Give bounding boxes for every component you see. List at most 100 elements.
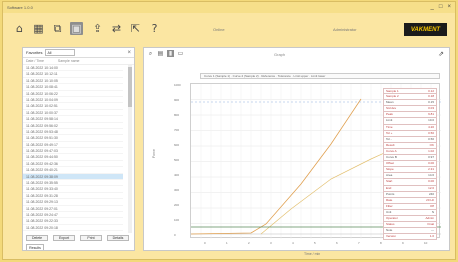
- table-value: 4.20: [428, 124, 434, 129]
- export-button[interactable]: Export: [53, 235, 75, 241]
- table-key: Rate: [386, 197, 393, 202]
- table-value: 20 Hz: [426, 197, 434, 202]
- table-value: 0.03: [428, 106, 434, 111]
- table-value: Off: [430, 203, 434, 208]
- open-external-icon[interactable]: ⇗: [438, 50, 444, 58]
- scrollbar-thumb[interactable]: [128, 67, 132, 107]
- window-title: Software 1.0.0: [7, 5, 33, 10]
- x-tick-label: 5: [314, 241, 316, 245]
- y-tick-label: 900: [174, 98, 180, 102]
- list-header: Favorites All ×: [23, 48, 134, 58]
- table-key: Unit: [386, 209, 392, 214]
- table-key: Note: [386, 228, 393, 233]
- table-value: 0.97: [428, 155, 434, 160]
- export-icon[interactable]: ⇱: [129, 22, 142, 35]
- details-button[interactable]: Details: [107, 235, 129, 241]
- table-value: 1.0: [429, 234, 434, 239]
- table-value: Admin: [425, 215, 434, 220]
- list-item[interactable]: 11.08.2022 09:20:18: [23, 225, 123, 232]
- brand-text: VAKMENT: [410, 26, 441, 33]
- table-row[interactable]: Version 1.0: [383, 234, 437, 241]
- table-key: Std dev: [386, 106, 397, 111]
- main-toolbar: ⌂ ▦ ⧉ ▣ ⇪ ⇄ ⇱ ? Online Administrator VAK…: [3, 13, 455, 41]
- table-value: 0.15: [428, 100, 434, 105]
- table-key: Curve A: [386, 148, 397, 153]
- column-header[interactable]: Sample name: [58, 58, 80, 64]
- table-key: Sample 2: [386, 94, 399, 99]
- zoom-icon[interactable]: ⌕: [147, 50, 154, 57]
- image-icon[interactable]: ▭: [177, 50, 184, 57]
- table-key: Limit: [386, 118, 393, 123]
- close-button[interactable]: ×: [447, 4, 451, 10]
- table-value: 0.50: [428, 136, 434, 141]
- share-icon[interactable]: ⇄: [110, 22, 123, 35]
- maximize-button[interactable]: □: [439, 4, 443, 10]
- delete-button[interactable]: Delete: [26, 235, 48, 241]
- list-columns: Date / Time Sample name: [23, 58, 134, 65]
- results-list: 11.08.2022 10:14:00 11.08.2022 10:12:11 11…: [23, 65, 123, 235]
- table-value: 9.81: [428, 112, 434, 117]
- values-table: Sample 1 0.12 Sample 2 0.18 Mean 0.15 Std dev 0…: [383, 88, 437, 241]
- table-value: 0.00: [428, 161, 434, 166]
- x-tick-label: 0: [204, 241, 206, 245]
- x-tick-label: 2: [248, 241, 250, 245]
- y-tick-label: 500: [174, 158, 180, 162]
- favorites-label: Favorites: [26, 50, 43, 55]
- chart-icon[interactable]: ▣: [70, 22, 83, 35]
- graph-view-icon[interactable]: ▮: [167, 50, 174, 57]
- table-value: 10.0: [428, 118, 434, 123]
- y-tick-label: 800: [174, 113, 180, 117]
- upload-icon[interactable]: ⇪: [91, 22, 104, 35]
- table-key: Tol -: [386, 136, 392, 141]
- y-tick-label: 200: [174, 203, 180, 207]
- table-value: Final: [427, 222, 434, 227]
- close-panel-icon[interactable]: ×: [127, 50, 131, 56]
- table-key: Operator: [386, 215, 398, 220]
- table-key: Start: [386, 179, 393, 184]
- column-header[interactable]: Date / Time: [26, 58, 44, 64]
- series-line: [190, 98, 362, 235]
- document-icon[interactable]: ⧉: [51, 22, 64, 35]
- table-value: 0.00: [428, 179, 434, 184]
- home-icon[interactable]: ⌂: [13, 22, 26, 35]
- table-value: 0.50: [428, 130, 434, 135]
- table-key: Status: [386, 222, 395, 227]
- grid-icon[interactable]: ▦: [32, 22, 45, 35]
- y-tick-label: 700: [174, 128, 180, 132]
- filter-dropdown[interactable]: All: [45, 49, 76, 56]
- table-key: Curve B: [386, 155, 397, 160]
- title-bar: Software 1.0.0 _ □ ×: [3, 2, 455, 13]
- window-controls: _ □ ×: [431, 4, 451, 10]
- x-tick-label: 10: [424, 241, 428, 245]
- table-value: 0.18: [428, 94, 434, 99]
- table-key: End: [386, 185, 392, 190]
- table-value: 12.0: [428, 185, 434, 190]
- graph-title: Graph: [274, 52, 286, 57]
- y-tick-label: 400: [174, 173, 180, 177]
- print-button[interactable]: Print: [80, 235, 102, 241]
- tab-results[interactable]: Results: [26, 244, 44, 250]
- series-line: [260, 149, 392, 235]
- table-key: Points: [386, 191, 395, 196]
- table-icon[interactable]: ▤: [157, 50, 164, 57]
- x-axis-label: Time / min: [304, 252, 321, 256]
- table-key: Offset: [386, 161, 394, 166]
- x-tick-label: 6: [336, 241, 338, 245]
- table-key: Sample 1: [386, 89, 399, 93]
- minimize-button[interactable]: _: [431, 4, 434, 10]
- user-text[interactable]: Administrator: [333, 27, 357, 32]
- table-value: 0.12: [428, 89, 434, 93]
- x-tick-label: 7: [358, 241, 360, 245]
- table-value: —: [431, 228, 434, 233]
- table-key: Mean: [386, 100, 394, 105]
- table-key: Version: [386, 234, 397, 239]
- x-tick-label: 1: [226, 241, 228, 245]
- help-icon[interactable]: ?: [148, 22, 161, 35]
- table-value: 240: [428, 191, 434, 196]
- y-axis-label: Force: [152, 149, 156, 158]
- x-tick-label: 4: [292, 241, 294, 245]
- list-scrollbar[interactable]: [128, 65, 132, 233]
- graph-panel: ⌕ ▤ ▮ ▭ Graph ⇗ Curve 1 (Sample 1) · Cur…: [143, 47, 450, 256]
- table-key: Filter: [386, 203, 393, 208]
- y-tick-label: 1000: [174, 83, 181, 87]
